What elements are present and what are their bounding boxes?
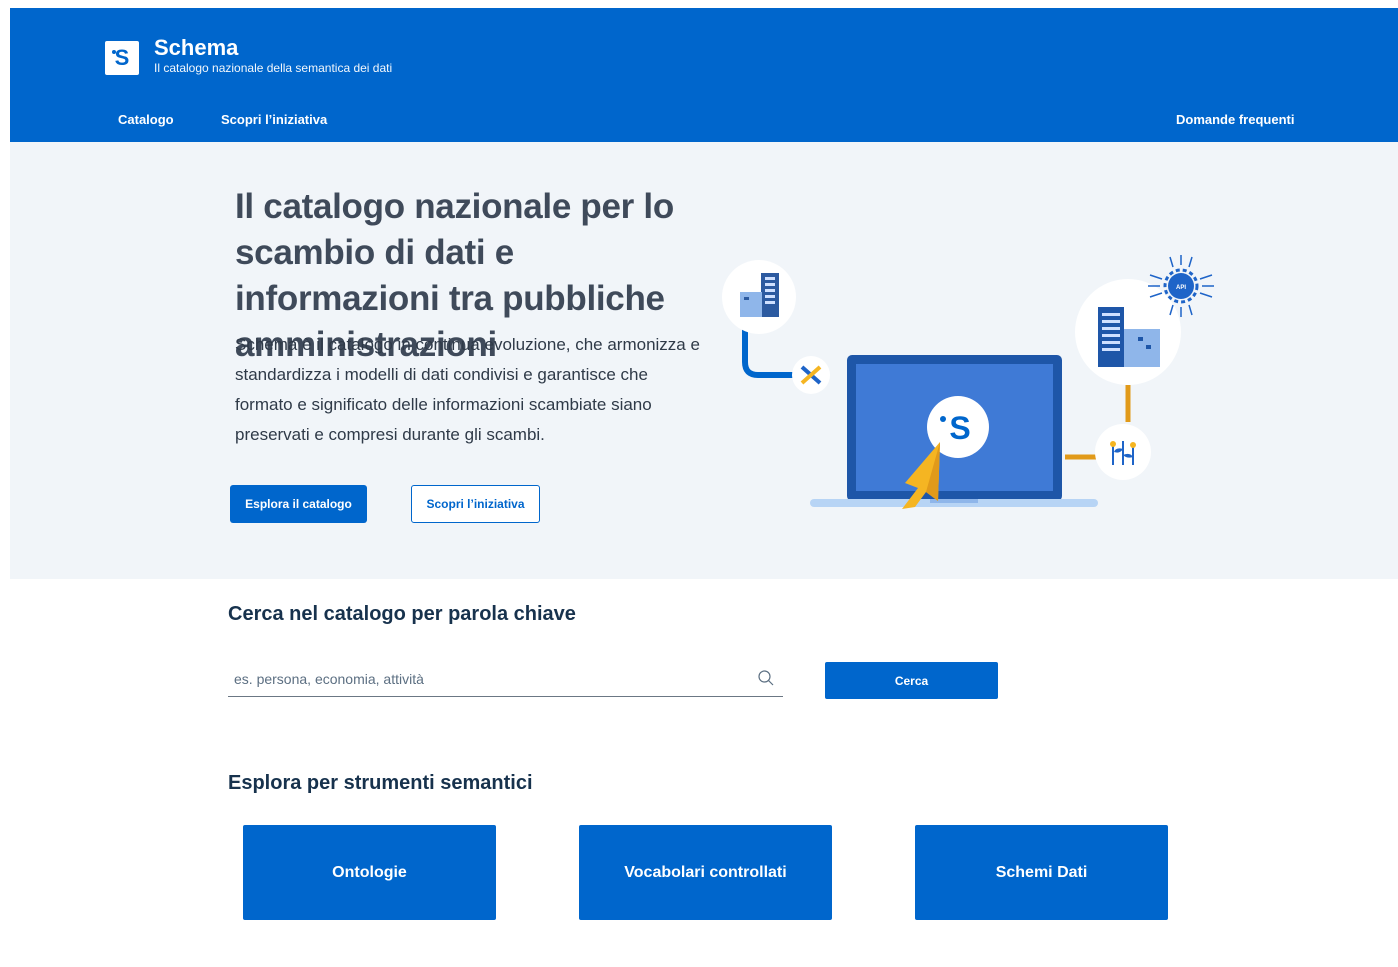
brand-title: Schema	[154, 35, 239, 60]
schema-logo-icon: S	[105, 41, 139, 75]
nav-item-faq[interactable]: Domande frequenti	[1176, 112, 1294, 127]
nav-item-scopri[interactable]: Scopri l’iniziativa	[221, 112, 327, 127]
top-margin	[0, 0, 1398, 8]
explore-catalog-button[interactable]: Esplora il catalogo	[230, 485, 367, 523]
search-input[interactable]	[228, 664, 748, 694]
brand-text: Schema Il catalogo nazionale della seman…	[154, 35, 392, 75]
site-header: S Schema Il catalogo nazionale della sem…	[10, 8, 1398, 142]
tool-card-vocabolari[interactable]: Vocabolari controllati	[579, 825, 832, 920]
search-button[interactable]: Cerca	[825, 662, 998, 699]
tools-icon	[792, 356, 830, 394]
search-section-title: Cerca nel catalogo per parola chiave	[228, 603, 576, 625]
tools-section-title: Esplora per strumenti semantici	[228, 772, 533, 794]
logo-dot	[112, 50, 116, 54]
tool-card-schemi-dati[interactable]: Schemi Dati	[915, 825, 1168, 920]
api-label: API	[1176, 285, 1186, 291]
hero-illustration: S API	[722, 255, 1214, 509]
nav-item-catalogo[interactable]: Catalogo	[118, 112, 174, 127]
brand[interactable]: S Schema Il catalogo nazionale della sem…	[105, 35, 392, 75]
logo-letter: S	[114, 45, 130, 70]
hero-section: Il catalogo nazionale per lo scambio di …	[10, 142, 1398, 579]
search-icon[interactable]	[757, 669, 775, 687]
plants-icon	[1095, 424, 1151, 480]
building-icon	[722, 260, 796, 334]
search-field-wrapper	[228, 664, 783, 697]
brand-subtitle: Il catalogo nazionale della semantica de…	[154, 61, 393, 75]
office-building-icon	[1075, 279, 1181, 385]
illustration-logo-letter: S	[949, 410, 970, 446]
discover-initiative-button[interactable]: Scopri l’iniziativa	[411, 485, 540, 523]
tool-card-ontologie[interactable]: Ontologie	[243, 825, 496, 920]
hero-description: Schema è il catalogo in continua evoluzi…	[235, 335, 700, 444]
